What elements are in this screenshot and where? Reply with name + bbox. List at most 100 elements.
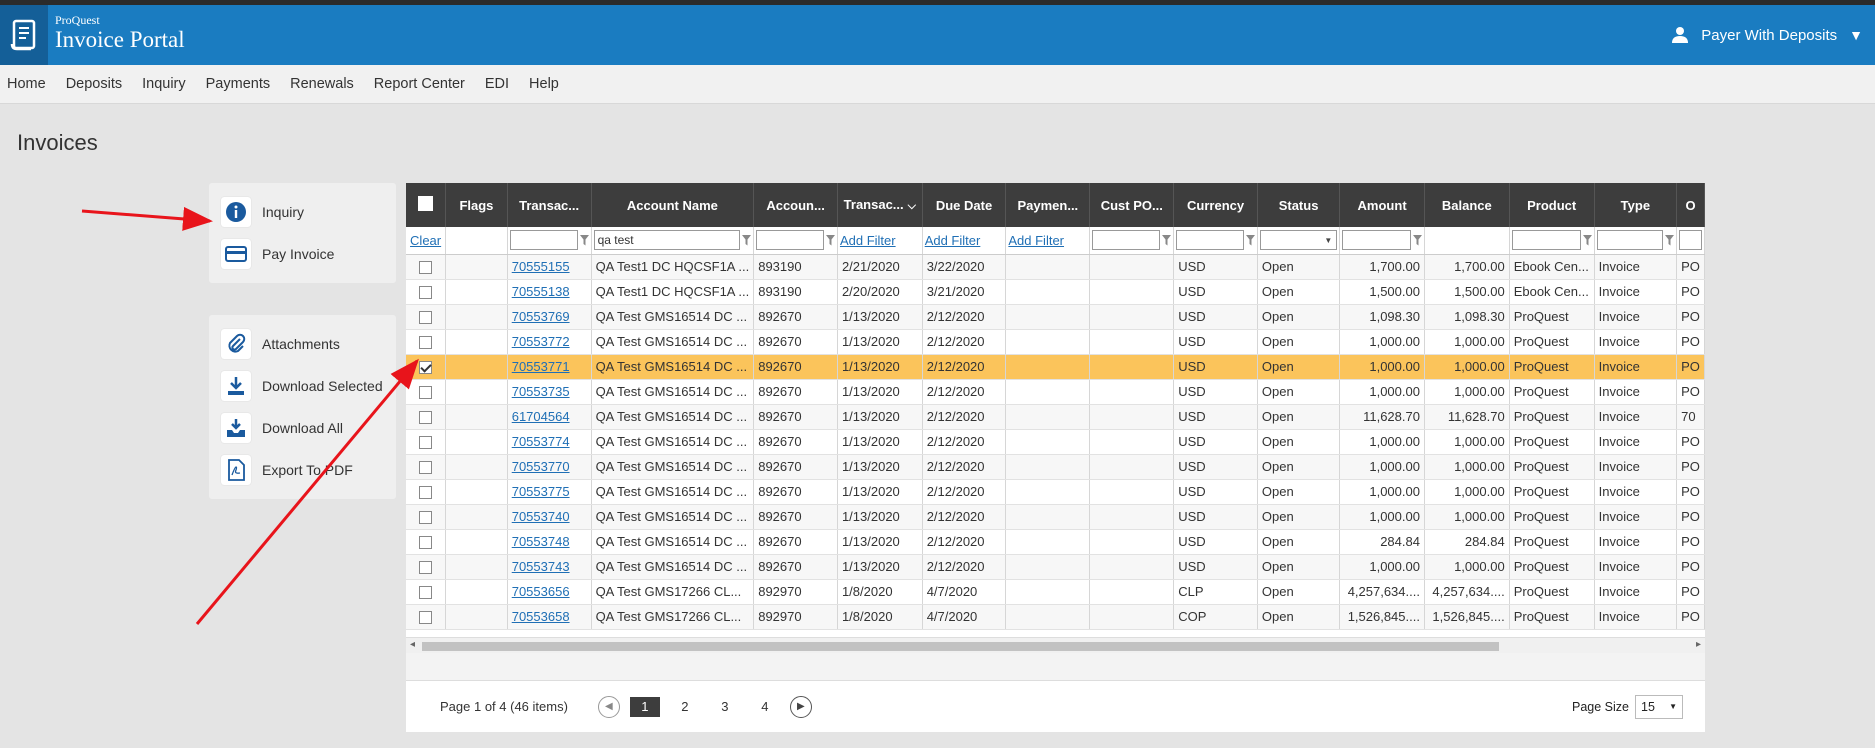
row-checkbox[interactable]	[419, 536, 433, 550]
table-row[interactable]: 70553656 QA Test GMS17266 CL... 892970 1/8/…	[406, 579, 1705, 605]
nav-edi[interactable]: EDI	[485, 76, 509, 92]
filter-icon[interactable]	[1162, 234, 1172, 246]
col-account-number[interactable]: Accoun...	[753, 183, 838, 227]
page-2-button[interactable]: 2	[670, 697, 700, 717]
scroll-left-icon[interactable]: ◂	[410, 639, 415, 650]
nav-help[interactable]: Help	[529, 76, 559, 92]
col-account-name[interactable]: Account Name	[591, 183, 755, 227]
row-checkbox[interactable]	[419, 386, 433, 400]
page-3-button[interactable]: 3	[710, 697, 740, 717]
table-row[interactable]: 70553658 QA Test GMS17266 CL... 892970 1/8/…	[406, 604, 1705, 630]
filter-icon[interactable]	[825, 234, 835, 246]
table-row[interactable]: 61704564 QA Test GMS16514 DC ... 892670 1/1…	[406, 404, 1705, 430]
pay-invoice-button[interactable]: Pay Invoice	[221, 233, 384, 275]
download-all-button[interactable]: Download All	[221, 407, 384, 449]
filter-icon[interactable]	[1665, 234, 1675, 246]
row-checkbox[interactable]	[419, 436, 433, 450]
transaction-link[interactable]: 70553774	[512, 434, 570, 449]
row-checkbox[interactable]	[419, 286, 433, 300]
transaction-link[interactable]: 70553658	[512, 609, 570, 624]
scrollbar-thumb[interactable]	[422, 642, 1499, 651]
table-row[interactable]: 70553771 QA Test GMS16514 DC ... 892670 1/1…	[406, 354, 1705, 380]
table-row[interactable]: 70553740 QA Test GMS16514 DC ... 892670 1/1…	[406, 504, 1705, 530]
select-all-header[interactable]	[406, 183, 447, 227]
row-checkbox[interactable]	[419, 561, 433, 575]
transaction-link[interactable]: 70553771	[512, 359, 570, 374]
col-transaction-date[interactable]: Transac... ⌵	[837, 183, 923, 227]
row-checkbox[interactable]	[419, 511, 433, 525]
col-product[interactable]: Product	[1509, 183, 1595, 227]
page-size-select[interactable]: 15 ▼	[1635, 694, 1683, 719]
filter-icon[interactable]	[1245, 234, 1255, 246]
col-due-date[interactable]: Due Date	[922, 183, 1007, 227]
horizontal-scrollbar[interactable]: ◂ ▸	[406, 637, 1705, 653]
transaction-link[interactable]: 70553772	[512, 334, 570, 349]
filter-icon[interactable]	[579, 234, 589, 246]
col-flags[interactable]: Flags	[445, 183, 508, 227]
transaction-filter-input[interactable]	[509, 230, 578, 251]
nav-report-center[interactable]: Report Center	[374, 76, 465, 92]
table-row[interactable]: 70555155 QA Test1 DC HQCSF1A ... 893190 2/2…	[406, 254, 1705, 280]
filter-icon[interactable]	[1582, 234, 1592, 246]
row-checkbox[interactable]	[419, 336, 433, 350]
table-row[interactable]: 70553775 QA Test GMS16514 DC ... 892670 1/1…	[406, 479, 1705, 505]
col-payment[interactable]: Paymen...	[1005, 183, 1091, 227]
row-checkbox[interactable]	[419, 461, 433, 475]
transaction-link[interactable]: 70553743	[512, 559, 570, 574]
filter-icon[interactable]	[1412, 234, 1422, 246]
download-selected-button[interactable]: Download Selected	[221, 365, 384, 407]
table-row[interactable]: 70553770 QA Test GMS16514 DC ... 892670 1/1…	[406, 454, 1705, 480]
transaction-link[interactable]: 61704564	[512, 409, 570, 424]
row-checkbox[interactable]	[419, 611, 433, 625]
nav-home[interactable]: Home	[7, 76, 46, 92]
transaction-link[interactable]: 70553769	[512, 309, 570, 324]
amount-filter-input[interactable]	[1342, 230, 1411, 251]
transaction-link[interactable]: 70555138	[512, 284, 570, 299]
transaction-link[interactable]: 70555155	[512, 259, 570, 274]
next-page-button[interactable]: ▶	[789, 695, 812, 718]
row-checkbox[interactable]	[419, 361, 433, 375]
user-menu[interactable]: Payer With Deposits ▼	[1671, 26, 1863, 44]
nav-inquiry[interactable]: Inquiry	[142, 76, 186, 92]
filter-icon[interactable]	[742, 234, 752, 246]
nav-deposits[interactable]: Deposits	[66, 76, 122, 92]
row-checkbox[interactable]	[419, 311, 433, 325]
due-date-add-filter[interactable]: Add Filter	[925, 233, 981, 248]
attachments-button[interactable]: Attachments	[221, 323, 384, 365]
col-balance[interactable]: Balance	[1424, 183, 1510, 227]
transaction-link[interactable]: 70553740	[512, 509, 570, 524]
col-amount[interactable]: Amount	[1339, 183, 1425, 227]
col-type[interactable]: Type	[1594, 183, 1678, 227]
transaction-link[interactable]: 70553775	[512, 484, 570, 499]
page-4-button[interactable]: 4	[750, 697, 780, 717]
export-pdf-button[interactable]: Export To PDF	[221, 449, 384, 491]
page-1-button[interactable]: 1	[629, 696, 660, 717]
payment-add-filter[interactable]: Add Filter	[1008, 233, 1064, 248]
col-currency[interactable]: Currency	[1173, 183, 1258, 227]
inquiry-button[interactable]: Inquiry	[221, 191, 384, 233]
row-checkbox[interactable]	[419, 486, 433, 500]
col-cust-po[interactable]: Cust PO...	[1089, 183, 1175, 227]
status-filter-select[interactable]: ▼	[1259, 230, 1338, 251]
cust-po-filter-input[interactable]	[1092, 230, 1161, 251]
nav-renewals[interactable]: Renewals	[290, 76, 354, 92]
row-checkbox[interactable]	[419, 586, 433, 600]
col-transaction[interactable]: Transac...	[507, 183, 592, 227]
col-status[interactable]: Status	[1257, 183, 1341, 227]
transaction-link[interactable]: 70553770	[512, 459, 570, 474]
table-row[interactable]: 70553748 QA Test GMS16514 DC ... 892670 1/1…	[406, 529, 1705, 555]
select-all-checkbox[interactable]	[418, 196, 434, 211]
table-row[interactable]: 70553772 QA Test GMS16514 DC ... 892670 1/1…	[406, 329, 1705, 355]
table-row[interactable]: 70553774 QA Test GMS16514 DC ... 892670 1/1…	[406, 429, 1705, 455]
account-number-filter-input[interactable]	[756, 230, 824, 251]
nav-payments[interactable]: Payments	[206, 76, 270, 92]
table-row[interactable]: 70553743 QA Test GMS16514 DC ... 892670 1/1…	[406, 554, 1705, 580]
type-filter-input[interactable]	[1596, 230, 1664, 251]
col-o[interactable]: O	[1676, 183, 1705, 227]
clear-filters-link[interactable]: Clear	[410, 233, 441, 248]
scroll-right-icon[interactable]: ▸	[1696, 639, 1701, 650]
currency-filter-input[interactable]	[1176, 230, 1244, 251]
table-row[interactable]: 70555138 QA Test1 DC HQCSF1A ... 893190 2/2…	[406, 279, 1705, 305]
transaction-link[interactable]: 70553748	[512, 534, 570, 549]
account-name-filter-input[interactable]	[593, 230, 741, 251]
